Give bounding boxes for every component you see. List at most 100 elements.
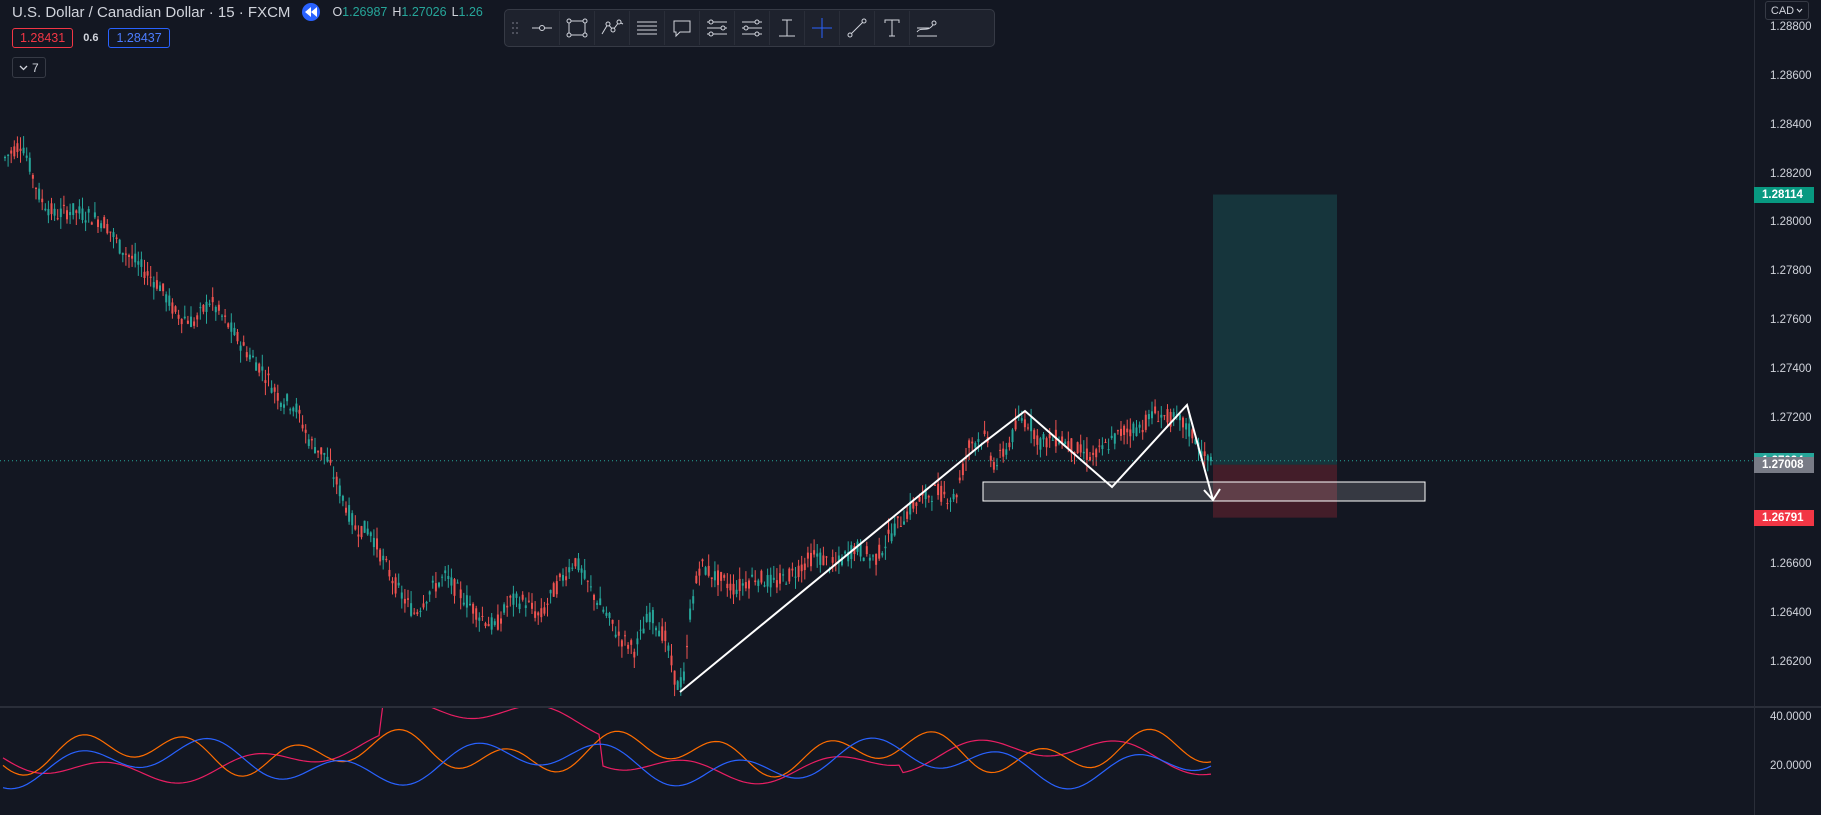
candle (279, 401, 282, 411)
candle (961, 459, 964, 481)
candle (531, 593, 533, 614)
drawing-toolbar (504, 9, 995, 47)
candle (400, 585, 403, 609)
indicators-toggle-button[interactable]: 7 (12, 57, 46, 78)
candle (379, 548, 382, 566)
candle (35, 187, 37, 200)
candle (577, 552, 580, 573)
buy-button[interactable]: 1.28437 (108, 28, 170, 48)
candle (230, 313, 233, 344)
crosshair-icon[interactable] (805, 11, 840, 45)
callout-icon[interactable] (665, 11, 700, 45)
candle (264, 369, 267, 396)
price-range-icon[interactable] (700, 11, 735, 45)
candle (459, 581, 462, 610)
date-range-icon[interactable] (735, 11, 770, 45)
candle (806, 546, 809, 568)
currency-select[interactable]: CAD (1765, 1, 1809, 20)
candle (472, 602, 475, 624)
candle (1138, 421, 1141, 434)
candle (317, 450, 320, 458)
support-zone-box[interactable] (982, 481, 1426, 502)
candle (636, 631, 639, 656)
price-axis-tick: 1.28000 (1770, 216, 1812, 229)
drag-handle-icon[interactable] (509, 14, 521, 42)
candle (633, 648, 636, 669)
ohlc-high-value: 1.27026 (401, 5, 447, 19)
candle (1147, 409, 1150, 427)
candle (540, 598, 543, 623)
candle (1061, 431, 1064, 449)
zigzag-pattern-line[interactable] (679, 402, 1214, 693)
candle (419, 607, 422, 618)
candle (112, 228, 115, 249)
candle (785, 581, 788, 585)
candle (881, 551, 884, 558)
candle (596, 600, 599, 610)
price-axis-tick: 1.27200 (1770, 411, 1812, 424)
candle (521, 591, 524, 602)
candle (775, 568, 778, 594)
candle (896, 516, 899, 529)
candle (462, 592, 465, 607)
measure-icon[interactable] (770, 11, 805, 45)
rewind-icon[interactable] (302, 3, 321, 21)
chevron-down-icon (1796, 8, 1803, 13)
candle (822, 546, 825, 566)
candle (1023, 411, 1026, 432)
stop-loss-price-tag: 1.26791 (1754, 509, 1814, 526)
candle (255, 356, 258, 371)
candle (983, 420, 986, 437)
candle (425, 600, 428, 611)
candle (1172, 408, 1175, 427)
candle (772, 565, 775, 583)
candle (782, 568, 785, 582)
candle (1005, 442, 1008, 460)
parallel-lines-icon[interactable] (630, 11, 665, 45)
candle (25, 147, 28, 162)
candle (645, 605, 648, 623)
candle (1129, 418, 1132, 448)
candle (1163, 414, 1166, 421)
candle (748, 578, 750, 599)
candle (704, 565, 707, 576)
candle (354, 515, 357, 531)
candle (996, 458, 998, 471)
dmi-indicator-pane[interactable] (0, 708, 1754, 815)
candle (7, 153, 10, 167)
text-icon[interactable] (875, 11, 910, 45)
candle (22, 136, 25, 156)
candle (233, 322, 236, 337)
candle (825, 556, 828, 566)
candle (137, 251, 140, 276)
candle (726, 573, 729, 597)
candle (757, 578, 760, 593)
candle (115, 234, 118, 244)
price-chart[interactable] (0, 0, 1754, 706)
candle (930, 495, 933, 511)
rectangle-icon[interactable] (560, 11, 595, 45)
candle (357, 525, 360, 548)
candle (1123, 424, 1126, 445)
brush-icon[interactable] (910, 11, 944, 45)
candle (686, 634, 688, 659)
candle (314, 437, 316, 454)
symbol-title[interactable]: U.S. Dollar / Canadian Dollar · 15 · FXC… (12, 4, 290, 21)
price-axis-tick: 1.28400 (1770, 118, 1812, 131)
chart-legend: U.S. Dollar / Canadian Dollar · 15 · FXC… (12, 2, 483, 22)
candle (292, 406, 295, 417)
candle (444, 566, 447, 582)
candle (605, 606, 608, 619)
path-icon[interactable] (595, 11, 630, 45)
candle (100, 220, 103, 232)
take-profit-zone[interactable] (1213, 194, 1337, 465)
sell-button[interactable]: 1.28431 (12, 28, 74, 48)
trend-line-icon[interactable] (840, 11, 875, 45)
candle (134, 242, 137, 268)
candle (769, 567, 772, 597)
candle (509, 594, 512, 607)
candle (1036, 429, 1039, 455)
horizontal-line-icon[interactable] (525, 11, 560, 45)
candle (937, 472, 940, 500)
candle (338, 478, 341, 504)
